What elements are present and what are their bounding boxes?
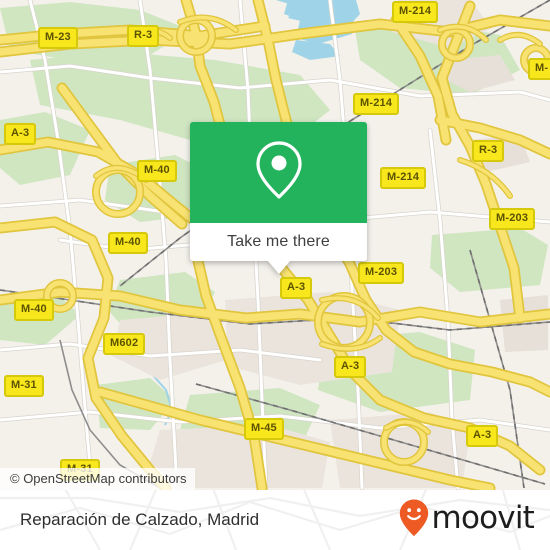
- road-shield: M-45: [244, 418, 284, 440]
- road-shield: M-: [528, 58, 550, 80]
- take-me-there-popup[interactable]: Take me there: [190, 122, 367, 274]
- footer-bar: Reparación de Calzado, Madrid moovit: [0, 490, 550, 550]
- road-shield: M-214: [353, 93, 400, 115]
- road-shield: M-214: [392, 1, 439, 23]
- road-shield: M-40: [14, 299, 54, 321]
- road-shield: A-3: [280, 277, 313, 299]
- road-shield: R-3: [472, 140, 505, 162]
- road-shield: A-3: [334, 356, 367, 378]
- moovit-wordmark: moovit: [431, 500, 535, 536]
- moovit-logo[interactable]: moovit: [399, 490, 535, 550]
- road-shield: M602: [103, 333, 146, 355]
- popup-cta-bar[interactable]: Take me there: [190, 223, 367, 261]
- road-shield: M-203: [358, 262, 405, 284]
- popup-header: [190, 122, 367, 223]
- road-shield: M-23: [38, 27, 78, 49]
- road-shield: M-214: [380, 167, 427, 189]
- place-title: Reparación de Calzado, Madrid: [20, 510, 260, 529]
- road-shield: M-40: [137, 160, 177, 182]
- road-shield: M-203: [489, 208, 536, 230]
- map-page: .rdc { fill:none; stroke:#e0c53d; stroke…: [0, 0, 550, 550]
- map-attribution: © OpenStreetMap contributors: [0, 468, 195, 490]
- road-shield: A-3: [4, 123, 37, 145]
- road-shield: R-3: [127, 25, 160, 47]
- location-pin-icon: [253, 139, 305, 206]
- moovit-pin-smiley-icon: [399, 499, 429, 542]
- road-shield: M-40: [108, 232, 148, 254]
- popup-tail-arrow: [267, 261, 290, 274]
- take-me-there-label: Take me there: [227, 233, 330, 250]
- road-shield: A-3: [466, 425, 499, 447]
- road-shield: M-31: [4, 375, 44, 397]
